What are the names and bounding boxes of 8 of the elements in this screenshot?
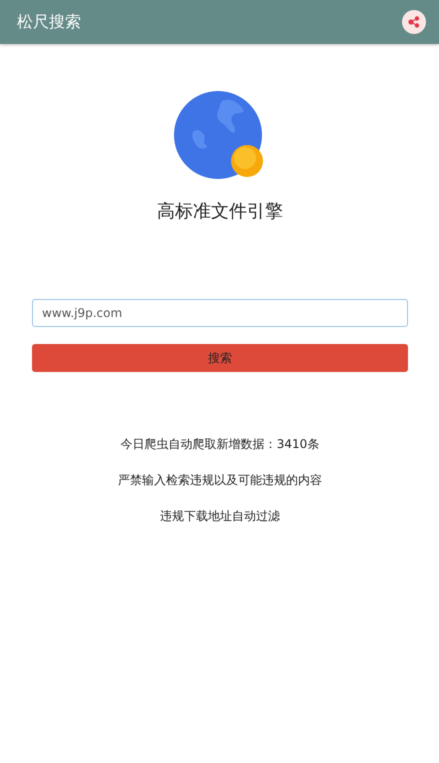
hero-title: 高标准文件引擎 <box>157 200 283 223</box>
share-icon[interactable] <box>402 10 426 34</box>
notice-text: 违规下载地址自动过滤 <box>160 508 280 524</box>
search-field[interactable]: www.j9p.com <box>32 299 408 327</box>
search-button[interactable]: 搜索 <box>32 344 408 372</box>
notice-text: 严禁输入检索违规以及可能违规的内容 <box>118 472 322 488</box>
app-title: 松尺搜索 <box>17 12 81 32</box>
notice-text: 今日爬虫自动爬取新增数据：3410条 <box>120 436 320 452</box>
